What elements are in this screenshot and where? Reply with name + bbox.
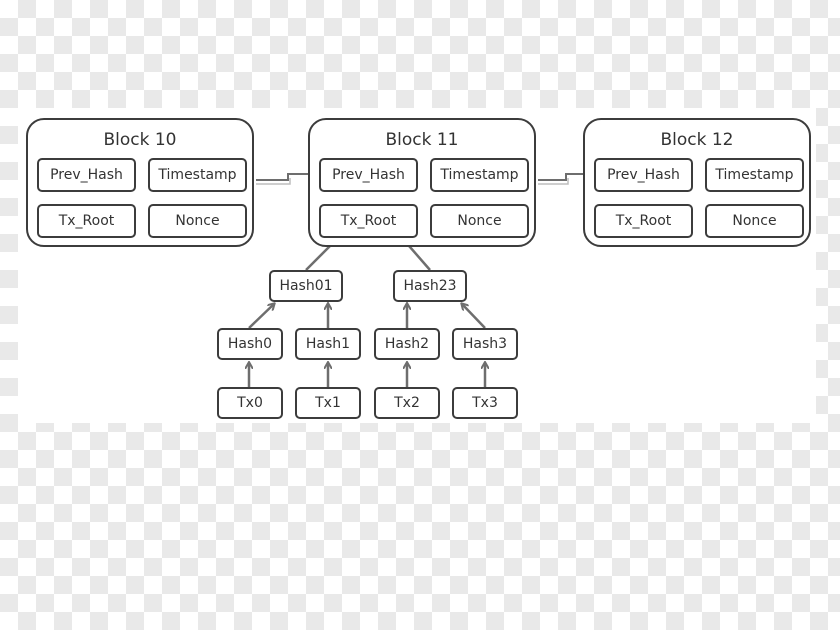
block-title: Block 10 (103, 130, 177, 150)
block-11: Block 11 Prev_Hash Timestamp Tx_Root Non… (308, 118, 536, 247)
field-prev-hash: Prev_Hash (37, 158, 136, 192)
merkle-node-hash0: Hash0 (217, 328, 283, 360)
transaction-tx3: Tx3 (452, 387, 518, 419)
block-title: Block 12 (660, 130, 734, 150)
field-timestamp: Timestamp (430, 158, 529, 192)
field-timestamp: Timestamp (705, 158, 804, 192)
field-prev-hash: Prev_Hash (594, 158, 693, 192)
merkle-node-hash23: Hash23 (393, 270, 467, 302)
field-nonce: Nonce (705, 204, 804, 238)
field-tx-root: Tx_Root (37, 204, 136, 238)
field-nonce: Nonce (430, 204, 529, 238)
field-tx-root: Tx_Root (594, 204, 693, 238)
field-tx-root: Tx_Root (319, 204, 418, 238)
block-12: Block 12 Prev_Hash Timestamp Tx_Root Non… (583, 118, 811, 247)
transaction-tx0: Tx0 (217, 387, 283, 419)
merkle-node-hash01: Hash01 (269, 270, 343, 302)
field-prev-hash: Prev_Hash (319, 158, 418, 192)
transaction-tx2: Tx2 (374, 387, 440, 419)
merkle-node-hash3: Hash3 (452, 328, 518, 360)
block-title: Block 11 (385, 130, 459, 150)
field-nonce: Nonce (148, 204, 247, 238)
block-10: Block 10 Prev_Hash Timestamp Tx_Root Non… (26, 118, 254, 247)
field-timestamp: Timestamp (148, 158, 247, 192)
merkle-node-hash1: Hash1 (295, 328, 361, 360)
merkle-node-hash2: Hash2 (374, 328, 440, 360)
transaction-tx1: Tx1 (295, 387, 361, 419)
